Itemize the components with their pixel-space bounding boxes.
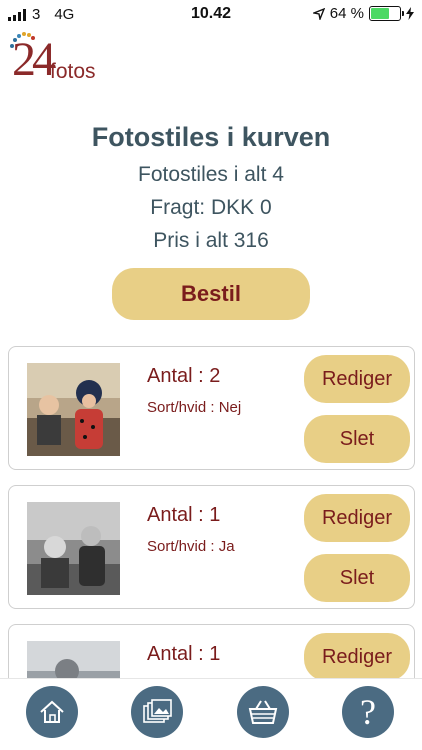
item-quantity: Antal : 1 [147, 643, 221, 665]
logo-number: 24 [12, 33, 56, 86]
page-title: Fotostiles i kurven [91, 122, 331, 152]
status-bar: 3 4G 10.42 64 % [0, 0, 422, 30]
item-quantity: Antal : 2 [147, 365, 221, 387]
home-icon [40, 700, 64, 723]
total-price: Pris i alt 316 [153, 229, 269, 252]
item-black-white: Sort/hvid : Ja [147, 538, 235, 555]
edit-button[interactable]: Rediger [304, 355, 410, 403]
bottom-nav: ? [0, 678, 422, 750]
battery-percent: 64 % [329, 5, 364, 22]
photos-icon [143, 699, 172, 723]
cart-item: Antal : 1 Sort/hvid : Ja Rediger Slet [8, 485, 415, 609]
edit-button[interactable]: Rediger [304, 633, 410, 681]
location-arrow-icon [312, 7, 325, 20]
cart-item: Antal : 2 Sort/hvid : Nej Rediger Slet [8, 346, 415, 470]
photos-button[interactable] [131, 686, 183, 738]
photo-thumbnail[interactable] [27, 363, 120, 456]
basket-icon [248, 700, 278, 724]
item-black-white: Sort/hvid : Nej [147, 399, 242, 416]
help-icon: ? [360, 692, 376, 732]
logo-word: fotos [50, 60, 96, 83]
tile-count: Fotostiles i alt 4 [138, 163, 284, 186]
status-right: 64 % [312, 5, 414, 22]
order-button[interactable]: Bestil [112, 268, 310, 320]
brand-logo: 24 fotos [6, 30, 116, 90]
edit-button[interactable]: Rediger [304, 494, 410, 542]
battery-icon [369, 6, 404, 21]
delete-button[interactable]: Slet [304, 415, 410, 463]
basket-button[interactable] [237, 686, 289, 738]
delete-button[interactable]: Slet [304, 554, 410, 602]
photo-thumbnail[interactable] [27, 502, 120, 595]
charging-bolt-icon [406, 7, 414, 20]
shipping-cost: Fragt: DKK 0 [150, 196, 272, 219]
item-quantity: Antal : 1 [147, 504, 221, 526]
home-button[interactable] [26, 686, 78, 738]
help-button[interactable]: ? [342, 686, 394, 738]
